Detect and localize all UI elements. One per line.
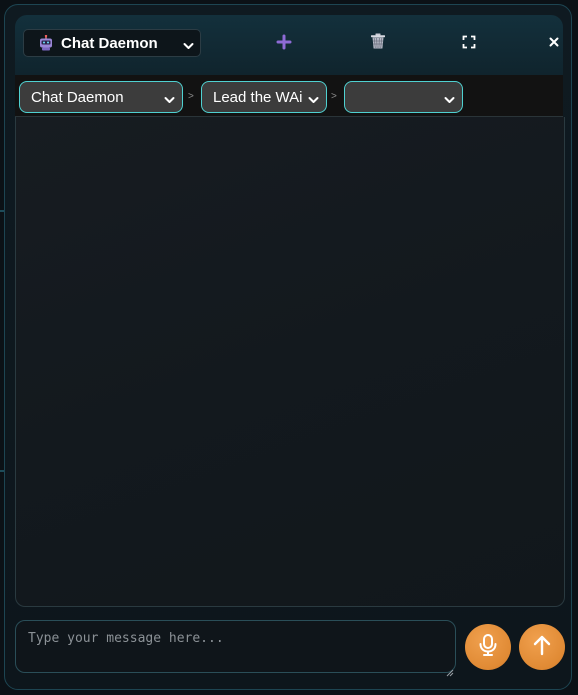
chevron-down-icon — [183, 38, 194, 55]
breadcrumb-select-chat[interactable] — [344, 81, 463, 113]
breadcrumb-separator: > — [188, 91, 194, 102]
chevron-down-icon — [164, 92, 175, 109]
breadcrumb-label: Chat Daemon — [31, 88, 124, 106]
send-button[interactable] — [519, 624, 565, 670]
trash-icon — [369, 32, 387, 55]
plus-icon — [276, 34, 292, 55]
breadcrumb-select-project[interactable]: Lead the WAi — [201, 81, 327, 113]
breadcrumb-separator: > — [331, 91, 337, 102]
microphone-button[interactable] — [465, 624, 511, 670]
chat-header: Chat Daemon — [15, 15, 563, 75]
close-icon — [548, 35, 560, 53]
daemon-select-label: Chat Daemon — [61, 34, 158, 52]
chevron-down-icon — [308, 92, 319, 109]
chat-panel: Chat Daemon Chat Daemon > Lead the WAi >… — [4, 4, 572, 690]
message-input[interactable] — [15, 620, 456, 673]
arrow-up-icon — [532, 634, 552, 661]
daemon-select[interactable]: Chat Daemon — [23, 29, 201, 57]
resize-grip-icon[interactable] — [446, 664, 454, 682]
breadcrumb: Chat Daemon > Lead the WAi > — [15, 75, 563, 117]
expand-icon — [462, 35, 476, 54]
fullscreen-button[interactable] — [458, 33, 480, 55]
chevron-down-icon — [444, 92, 455, 109]
robot-icon — [38, 35, 54, 51]
delete-button[interactable] — [367, 32, 389, 54]
breadcrumb-label: Lead the WAi — [213, 88, 303, 106]
chat-messages-area[interactable] — [15, 117, 565, 607]
close-button[interactable] — [543, 33, 565, 55]
add-button[interactable] — [273, 33, 295, 55]
breadcrumb-select-daemon[interactable]: Chat Daemon — [19, 81, 183, 113]
microphone-icon — [477, 633, 499, 662]
